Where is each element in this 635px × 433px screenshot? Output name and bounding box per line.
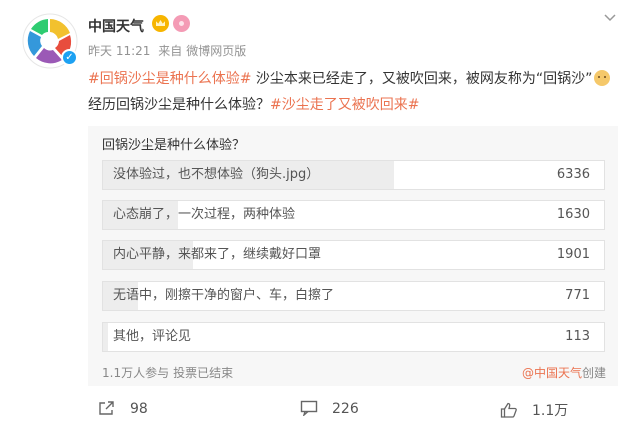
poll-option-count: 113 [565, 329, 590, 344]
source-prefix: 来自 [158, 44, 183, 58]
doge-emoji-icon [594, 70, 611, 86]
post-text-segment: 经历回锅沙尘是种什么体验？ [88, 97, 270, 113]
like-count: 1.1万 [532, 403, 569, 419]
comment-icon [300, 400, 318, 416]
poll-creator: @中国天气创建 [522, 364, 606, 381]
poll-option[interactable]: 内心平静，来都来了，继续戴好口罩 1901 [102, 240, 605, 270]
verified-badge-icon: ✓ [61, 49, 78, 66]
author-name[interactable]: 中国天气 [88, 16, 144, 36]
poll-option-label: 其他，评论见 [113, 329, 192, 344]
post-meta: 昨天 11:21 来自 微博网页版 [88, 42, 250, 59]
post-text: #回锅沙尘是种什么体验# 沙尘本来已经走了，又被吹回来，被网友称为“回锅沙” 经历… [88, 66, 618, 118]
comment-count: 226 [332, 401, 359, 417]
poll-option-label: 心态崩了，一次过程，两种体验 [113, 207, 296, 222]
poll-option[interactable]: 无语中，刚擦干净的窗户、车，白擦了 771 [102, 281, 605, 311]
poll-option[interactable]: 没体验过，也不想体验（狗头.jpg） 6336 [102, 160, 605, 190]
poll-card: 回锅沙尘是种什么体验？ 没体验过，也不想体验（狗头.jpg） 6336 心态崩了… [88, 126, 618, 386]
post-text-segment: 沙尘本来已经走了，又被吹回来，被网友称为“回锅沙” [251, 71, 593, 87]
poll-creator-suffix: 创建 [581, 366, 606, 380]
share-button[interactable]: 98 [98, 400, 148, 417]
post-source: 微博网页版 [186, 44, 247, 58]
poll-option-count: 771 [565, 288, 590, 303]
poll-option[interactable]: 其他，评论见 113 [102, 322, 605, 352]
like-button[interactable]: 1.1万 [500, 400, 568, 420]
poll-option[interactable]: 心态崩了，一次过程，两种体验 1630 [102, 200, 605, 230]
poll-title: 回锅沙尘是种什么体验？ [102, 138, 246, 153]
thumbs-up-icon [500, 402, 517, 418]
comment-button[interactable]: 226 [300, 400, 359, 417]
poll-option-label: 内心平静，来都来了，继续戴好口罩 [113, 247, 322, 262]
poll-option-bar [103, 323, 108, 351]
poll-creator-prefix: @ [521, 366, 534, 380]
flower-badge-icon[interactable] [173, 15, 190, 32]
poll-participants: 1.1万人参与 [102, 366, 170, 380]
hashtag-link[interactable]: #回锅沙尘是种什么体验# [88, 71, 251, 87]
crown-badge-icon[interactable] [152, 15, 169, 32]
share-icon [99, 401, 114, 415]
poll-status: 投票已结束 [173, 366, 234, 380]
action-bar: 98 226 1.1万 [0, 392, 635, 428]
post-time[interactable]: 昨天 11:21 [88, 44, 150, 58]
chevron-down-icon [604, 14, 616, 22]
poll-option-label: 无语中，刚擦干净的窗户、车，白擦了 [113, 288, 335, 303]
poll-creator-link[interactable]: 中国天气 [534, 366, 582, 380]
poll-option-count: 6336 [556, 167, 590, 182]
poll-option-label: 没体验过，也不想体验（狗头.jpg） [113, 167, 320, 182]
poll-option-count: 1901 [556, 247, 590, 262]
share-count: 98 [130, 401, 148, 417]
hashtag-link[interactable]: #沙尘走了又被吹回来# [270, 97, 419, 113]
poll-option-count: 1630 [556, 207, 590, 222]
poll-footer: 1.1万人参与 投票已结束 [102, 364, 237, 381]
more-menu-button[interactable] [603, 12, 617, 27]
